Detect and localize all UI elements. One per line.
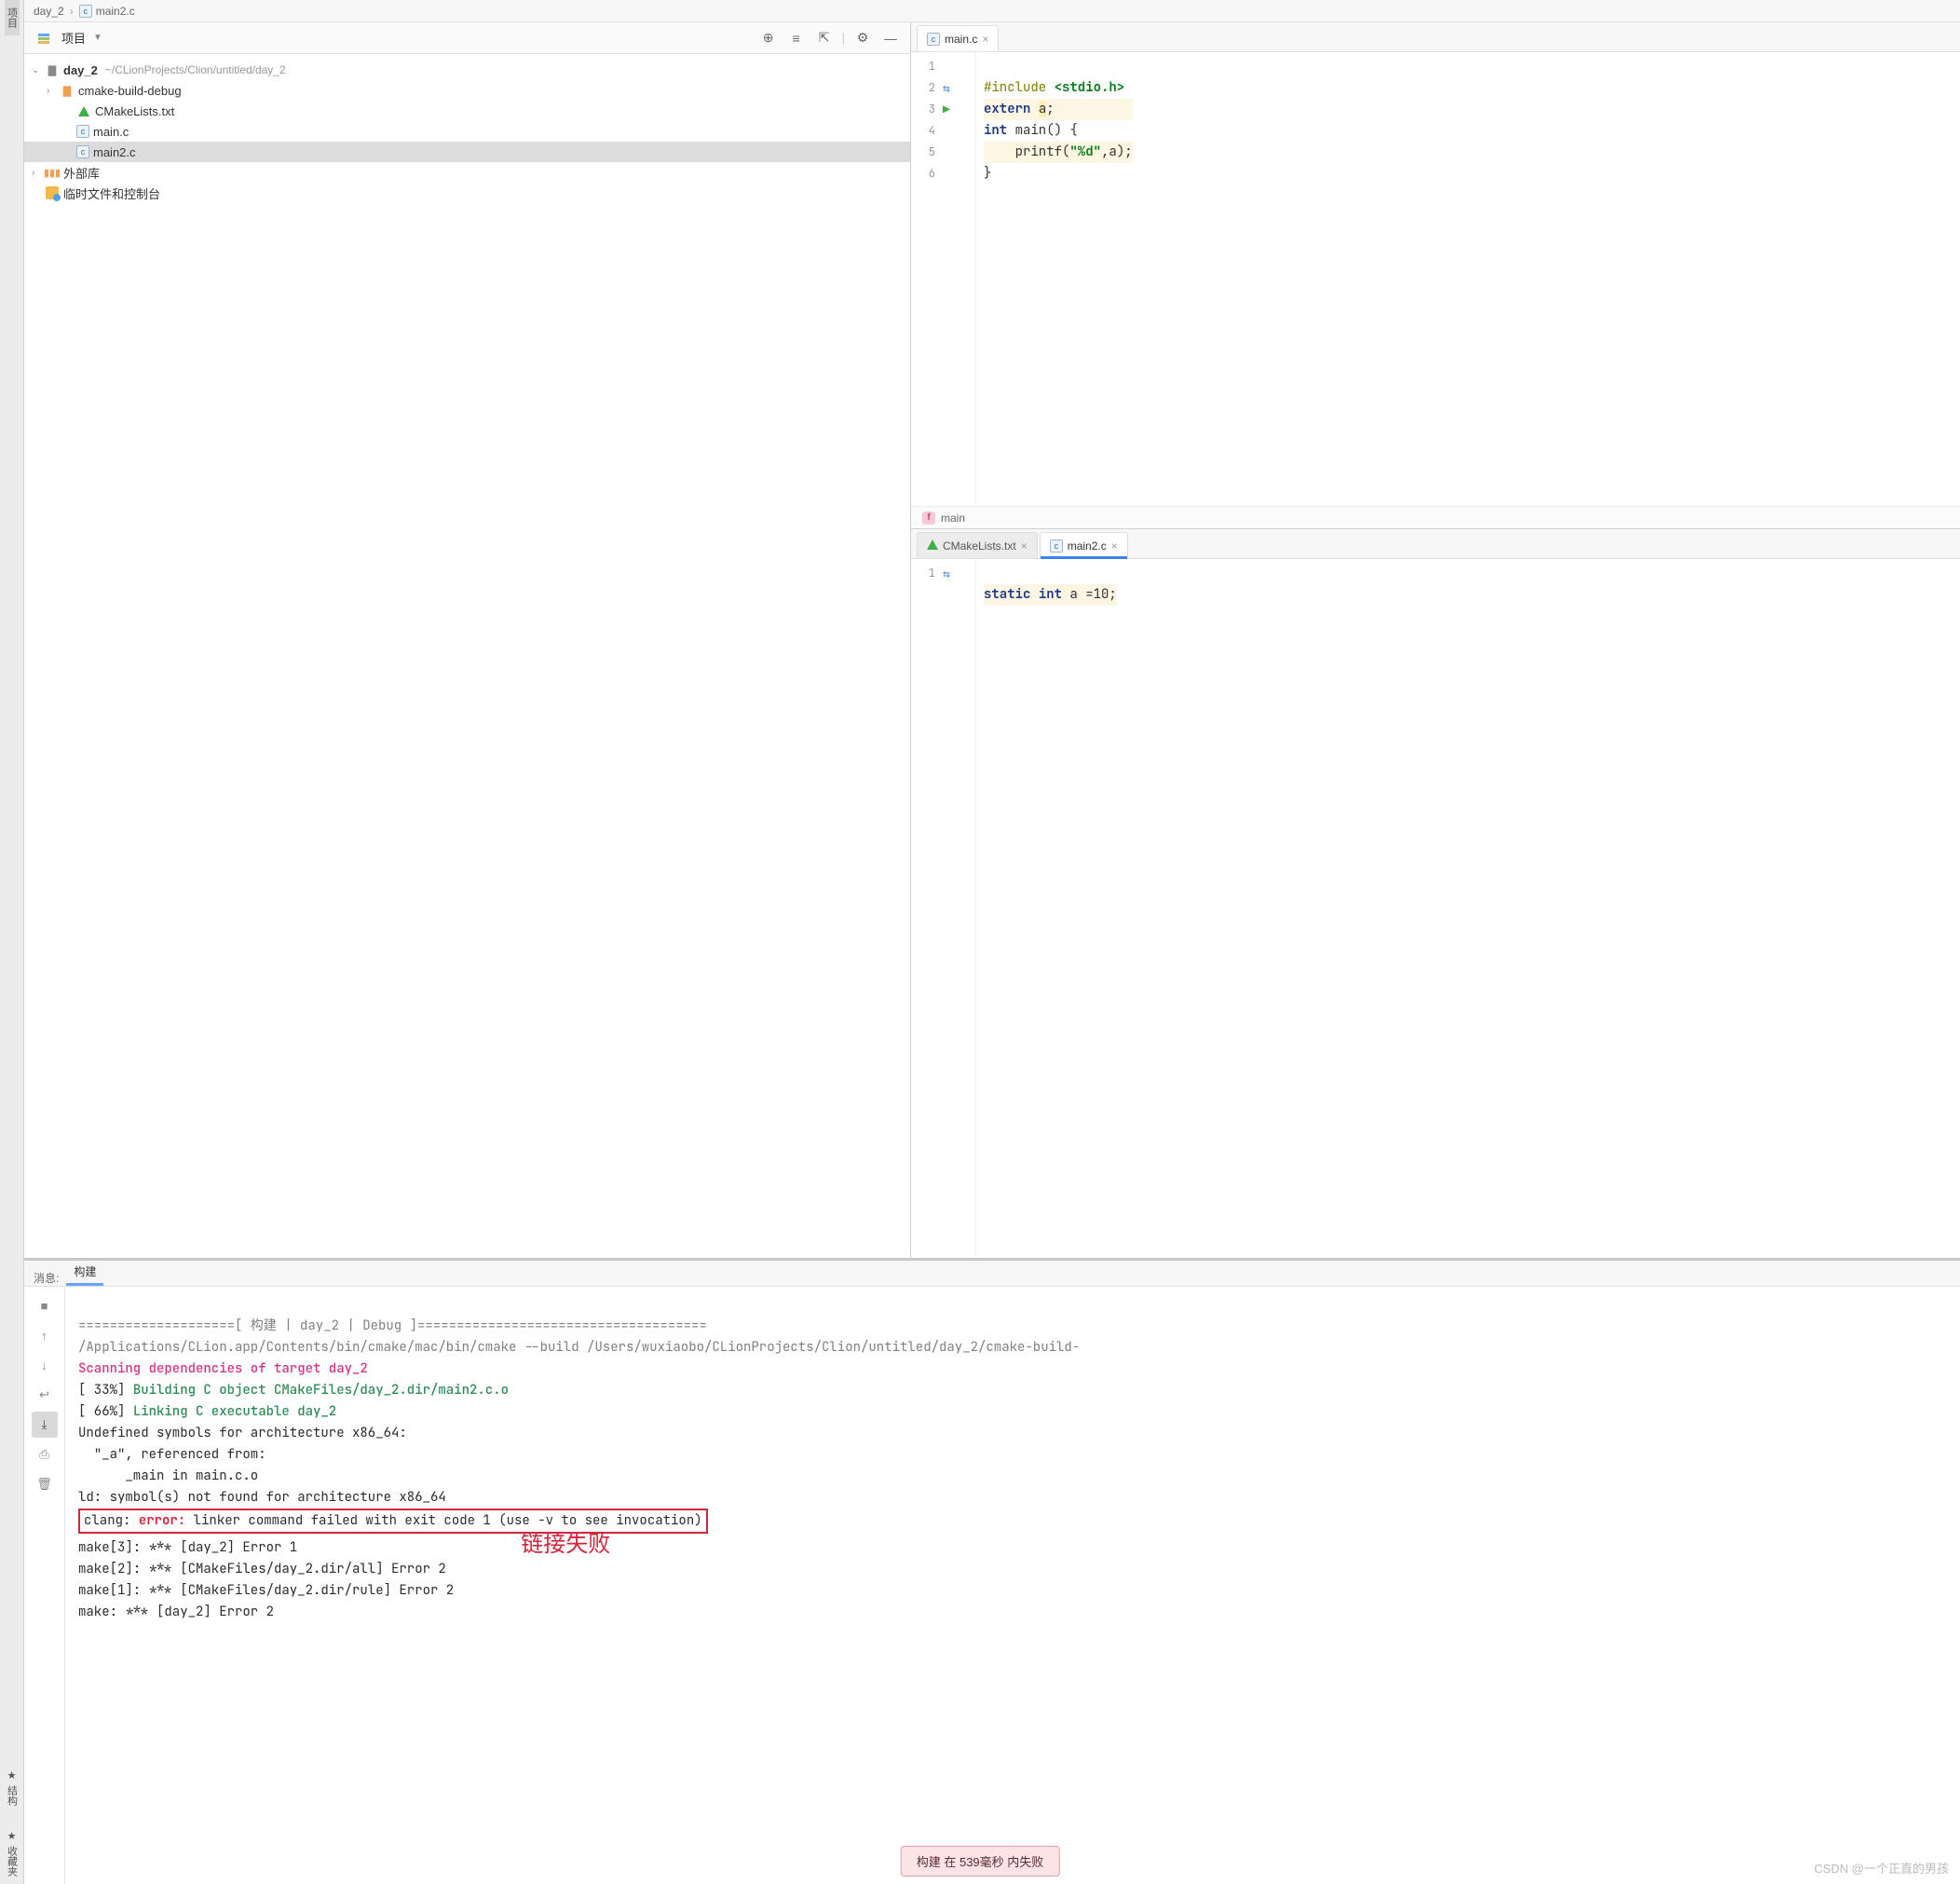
annotation-link-fail: 链接失败 xyxy=(521,1532,610,1557)
tree-external-libs[interactable]: › ▮▮▮ 外部库 xyxy=(24,162,910,183)
chevron-down-icon: ⌄ xyxy=(32,65,41,75)
chevron-right-icon: › xyxy=(70,5,74,18)
c-file-icon: c xyxy=(79,5,92,18)
trash-icon[interactable]: 🗑 xyxy=(32,1471,58,1497)
cmake-icon xyxy=(927,539,938,553)
breadcrumb-item[interactable]: main2.c xyxy=(96,5,135,18)
cmake-icon xyxy=(76,103,91,118)
editor-tabs-2: CMakeLists.txt × c main2.c × xyxy=(911,529,1960,559)
editor-pane-bottom: CMakeLists.txt × c main2.c × 1⇆ xyxy=(911,529,1960,1258)
project-view-icon[interactable] xyxy=(34,28,54,48)
c-file-icon: c xyxy=(1050,539,1063,553)
up-icon[interactable]: ↑ xyxy=(32,1322,58,1348)
scratch-icon xyxy=(45,185,60,200)
watermark: CSDN @一个正直的男孩 xyxy=(1814,1859,1949,1877)
editor-tabs: c main.c × xyxy=(911,22,1960,52)
print-icon[interactable]: ⎙ xyxy=(32,1441,58,1468)
sync-icon: ⇆ xyxy=(943,563,950,584)
close-icon[interactable]: × xyxy=(1021,539,1028,553)
tree-file-mainc[interactable]: c main.c xyxy=(24,121,910,142)
project-tool-window: 项目 ▼ ⊕ ≡ ⇱ | ⚙ — ⌄ ▇ day_2 ~/CLionProjec… xyxy=(24,22,911,1258)
build-console[interactable]: ====================[ 构建 | day_2 | Debug… xyxy=(65,1287,1960,1884)
gear-icon[interactable]: ⚙ xyxy=(852,28,873,48)
library-icon: ▮▮▮ xyxy=(45,165,60,180)
close-icon[interactable]: × xyxy=(982,33,988,46)
editor-breadcrumb: f main xyxy=(911,506,1960,528)
console-toolbar: ■ ↑ ↓ ↩ ⤓ ⎙ 🗑 xyxy=(24,1287,65,1884)
folder-icon: ▇ xyxy=(45,62,60,77)
tab-cmakelists[interactable]: CMakeLists.txt × xyxy=(917,532,1038,558)
down-icon[interactable]: ↓ xyxy=(32,1352,58,1378)
run-icon[interactable]: ▶ xyxy=(943,99,950,120)
breadcrumb: day_2 › c main2.c xyxy=(24,0,1960,22)
function-icon: f xyxy=(922,512,935,525)
wrap-icon[interactable]: ↩ xyxy=(32,1382,58,1408)
tab-mainc[interactable]: c main.c × xyxy=(917,25,999,51)
left-tool-rail: 项目 ★结构 ★收藏夹 xyxy=(0,0,24,1884)
scroll-end-icon[interactable]: ⤓ xyxy=(32,1412,58,1438)
stop-icon[interactable]: ■ xyxy=(32,1292,58,1318)
project-tree: ⌄ ▇ day_2 ~/CLionProjects/Clion/untitled… xyxy=(24,54,910,209)
project-panel-header: 项目 ▼ ⊕ ≡ ⇱ | ⚙ — xyxy=(24,22,910,54)
messages-label: 消息: xyxy=(34,1270,59,1286)
chevron-right-icon: › xyxy=(47,86,56,96)
code-editor-2[interactable]: 1⇆ static int a =10; xyxy=(911,559,1960,1258)
tree-file-cmakelists[interactable]: CMakeLists.txt xyxy=(24,101,910,121)
error-highlight-box: clang: error: linker command failed with… xyxy=(78,1509,708,1534)
gutter: 1⇆ xyxy=(911,559,976,1258)
locate-icon[interactable]: ⊕ xyxy=(758,28,779,48)
hide-icon[interactable]: — xyxy=(880,28,901,48)
build-status-popup[interactable]: 构建 在 539毫秒 内失败 xyxy=(901,1846,1060,1877)
messages-tool-window: 消息: 构建 ■ ↑ ↓ ↩ ⤓ ⎙ 🗑 ===================… xyxy=(24,1258,1960,1884)
breadcrumb-item[interactable]: day_2 xyxy=(34,5,64,18)
expand-all-icon[interactable]: ≡ xyxy=(786,28,807,48)
sync-icon: ⇆ xyxy=(943,77,950,99)
editor-pane-top: c main.c × 1 2⇆ 3▶ 4 5 6 xyxy=(911,22,1960,529)
gutter: 1 2⇆ 3▶ 4 5 6 xyxy=(911,52,976,506)
tab-build[interactable]: 构建 xyxy=(66,1260,103,1286)
tree-file-main2c[interactable]: c main2.c xyxy=(24,142,910,162)
tree-folder-root[interactable]: ⌄ ▇ day_2 ~/CLionProjects/Clion/untitled… xyxy=(24,60,910,80)
rail-bookmarks[interactable]: ★收藏夹 xyxy=(5,1823,20,1884)
c-file-icon: c xyxy=(76,125,89,138)
rail-project[interactable]: 项目 xyxy=(5,0,20,35)
c-file-icon: c xyxy=(76,145,89,158)
c-file-icon: c xyxy=(927,33,940,46)
collapse-all-icon[interactable]: ⇱ xyxy=(814,28,835,48)
close-icon[interactable]: × xyxy=(1111,539,1118,553)
tab-main2c[interactable]: c main2.c × xyxy=(1040,532,1128,558)
tree-scratches[interactable]: 临时文件和控制台 xyxy=(24,183,910,203)
rail-structure[interactable]: ★结构 xyxy=(5,1762,20,1813)
code-editor[interactable]: 1 2⇆ 3▶ 4 5 6 #include <stdio.h> extern … xyxy=(911,52,1960,506)
chevron-right-icon: › xyxy=(32,168,41,178)
chevron-down-icon[interactable]: ▼ xyxy=(93,33,102,43)
tree-folder-cmake-build[interactable]: › ▇ cmake-build-debug xyxy=(24,80,910,101)
folder-icon: ▇ xyxy=(60,83,75,98)
panel-title: 项目 xyxy=(61,29,86,47)
